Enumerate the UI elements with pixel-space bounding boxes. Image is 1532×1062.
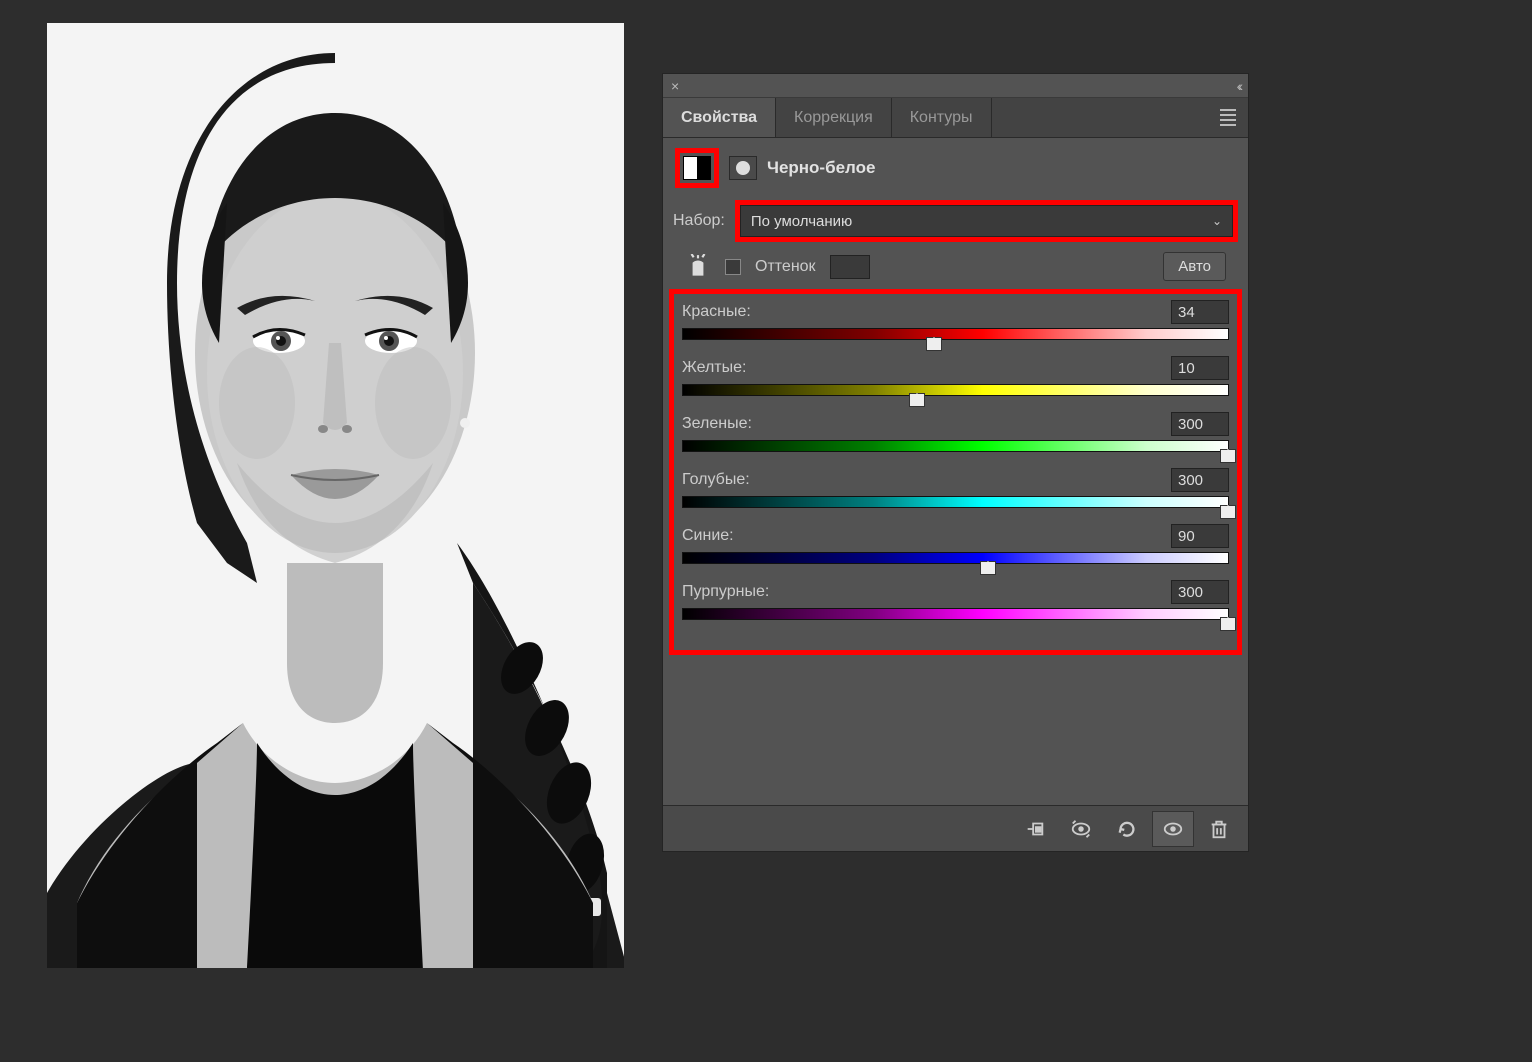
highlight-sliders-area: Красные: 34 Желтые: 10 Зеленые: 300 Голубые: 30… — [669, 289, 1242, 655]
slider-track[interactable] — [682, 440, 1229, 452]
slider-group: Голубые: 300 — [682, 468, 1229, 508]
panel-menu-icon[interactable] — [1208, 98, 1248, 137]
panel-spacer — [663, 665, 1248, 805]
slider-label: Зеленые: — [682, 415, 752, 433]
slider-track[interactable] — [682, 328, 1229, 340]
bw-portrait — [47, 23, 624, 968]
slider-value-input[interactable]: 10 — [1171, 356, 1229, 380]
collapse-icon[interactable]: ‹‹ — [1237, 78, 1240, 94]
preset-row: Набор: По умолчанию ⌄ — [663, 198, 1248, 244]
preset-label: Набор: — [673, 212, 725, 230]
slider-group: Пурпурные: 300 — [682, 580, 1229, 620]
slider-group: Желтые: 10 — [682, 356, 1229, 396]
adjustment-title: Черно-белое — [767, 158, 875, 178]
tab-contours[interactable]: Контуры — [892, 98, 992, 137]
chevron-down-icon: ⌄ — [1212, 214, 1222, 228]
auto-button[interactable]: Авто — [1163, 252, 1226, 281]
layer-mask-icon[interactable] — [729, 156, 757, 180]
slider-value-input[interactable]: 90 — [1171, 524, 1229, 548]
slider-value-input[interactable]: 300 — [1171, 412, 1229, 436]
slider-thumb[interactable] — [1220, 505, 1236, 519]
slider-label: Синие: — [682, 527, 734, 545]
slider-thumb[interactable] — [1220, 449, 1236, 463]
tab-properties[interactable]: Свойства — [663, 98, 776, 137]
highlight-preset-select: По умолчанию ⌄ — [735, 200, 1238, 242]
image-canvas[interactable] — [47, 23, 624, 968]
tint-label: Оттенок — [755, 258, 816, 276]
close-icon[interactable]: × — [671, 78, 679, 94]
tint-color-swatch[interactable] — [830, 255, 870, 279]
slider-group: Синие: 90 — [682, 524, 1229, 564]
targeted-adjustment-icon[interactable] — [685, 254, 711, 280]
highlight-adjustment-icon — [675, 148, 719, 188]
view-previous-icon[interactable] — [1060, 811, 1102, 847]
slider-value-input[interactable]: 300 — [1171, 468, 1229, 492]
preset-dropdown[interactable]: По умолчанию ⌄ — [740, 205, 1233, 237]
panel-titlebar: × ‹‹ — [663, 74, 1248, 98]
delete-icon[interactable] — [1198, 811, 1240, 847]
slider-label: Пурпурные: — [682, 583, 769, 601]
slider-label: Красные: — [682, 303, 751, 321]
slider-track[interactable] — [682, 552, 1229, 564]
tint-checkbox[interactable] — [725, 259, 741, 275]
reset-icon[interactable] — [1106, 811, 1148, 847]
slider-track[interactable] — [682, 608, 1229, 620]
preset-value: По умолчанию — [751, 213, 852, 230]
adjustment-header: Черно-белое — [663, 138, 1248, 198]
slider-value-input[interactable]: 300 — [1171, 580, 1229, 604]
slider-track[interactable] — [682, 496, 1229, 508]
slider-thumb[interactable] — [926, 337, 942, 351]
panel-bottom-toolbar — [663, 805, 1248, 851]
tab-correction[interactable]: Коррекция — [776, 98, 892, 137]
slider-thumb[interactable] — [980, 561, 996, 575]
toggle-visibility-icon[interactable] — [1152, 811, 1194, 847]
slider-track[interactable] — [682, 384, 1229, 396]
slider-thumb[interactable] — [1220, 617, 1236, 631]
tint-row: Оттенок Авто — [663, 244, 1248, 289]
panel-tabs: Свойства Коррекция Контуры — [663, 98, 1248, 138]
slider-group: Красные: 34 — [682, 300, 1229, 340]
slider-group: Зеленые: 300 — [682, 412, 1229, 452]
slider-label: Голубые: — [682, 471, 750, 489]
clip-to-layer-icon[interactable] — [1014, 811, 1056, 847]
bw-adjustment-icon[interactable] — [683, 156, 711, 180]
properties-panel: × ‹‹ Свойства Коррекция Контуры Черно-бе… — [663, 74, 1248, 851]
slider-thumb[interactable] — [909, 393, 925, 407]
slider-label: Желтые: — [682, 359, 746, 377]
slider-value-input[interactable]: 34 — [1171, 300, 1229, 324]
